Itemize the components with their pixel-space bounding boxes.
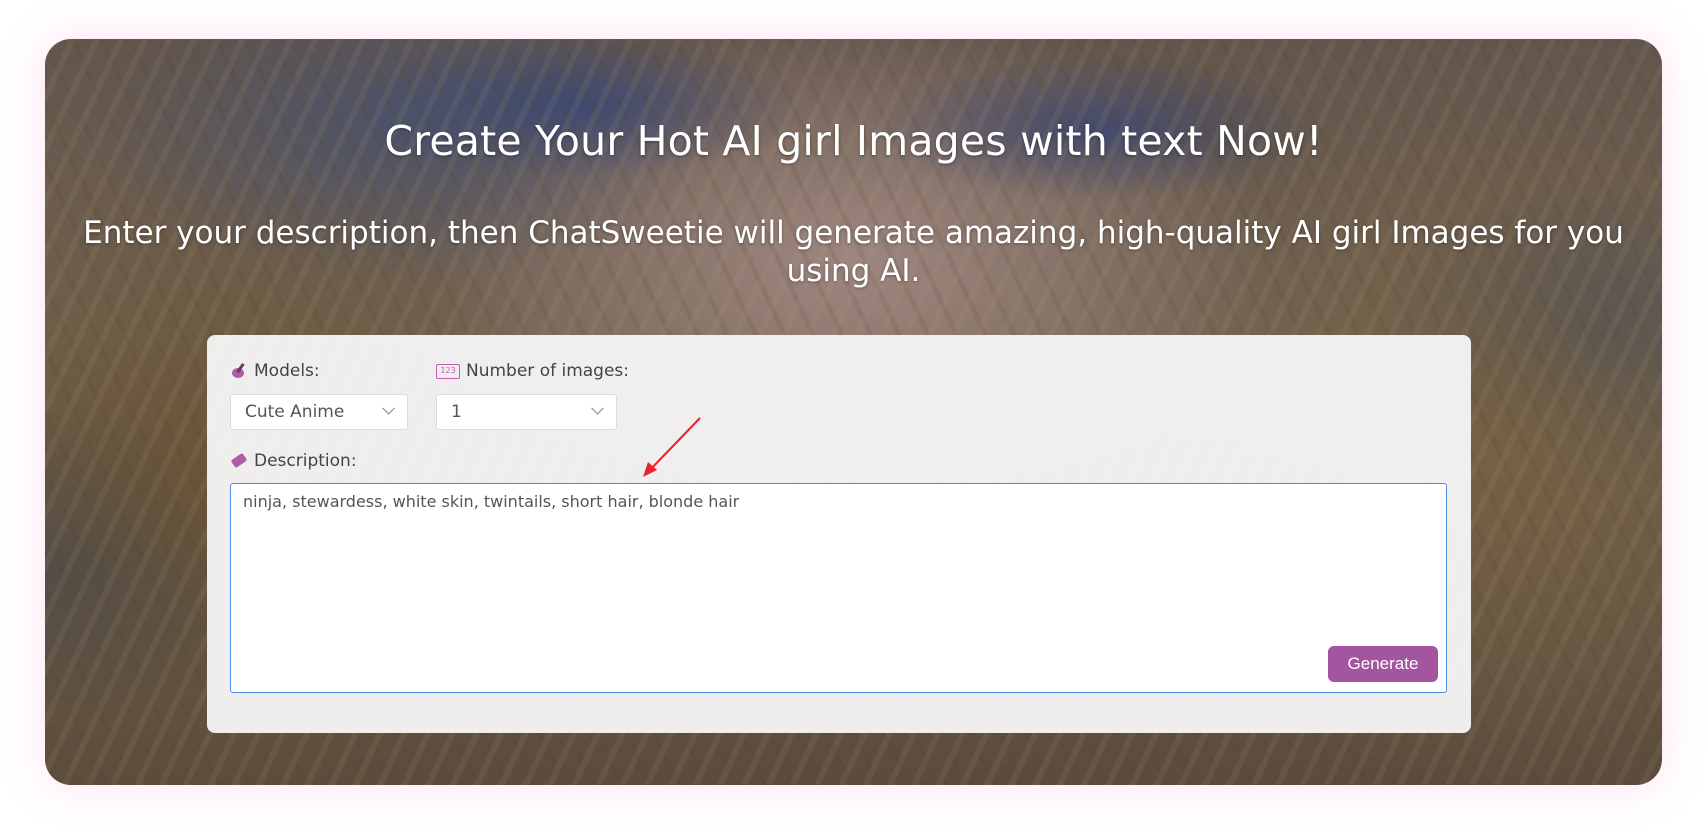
hero-section: Create Your Hot AI girl Images with text… — [45, 39, 1662, 785]
numbers-icon: 123 — [436, 363, 460, 379]
page-title: Create Your Hot AI girl Images with text… — [384, 117, 1323, 165]
number-of-images-label-text: Number of images: — [466, 361, 630, 381]
number-of-images-select[interactable]: 1 — [436, 394, 617, 430]
models-label-text: Models: — [254, 361, 320, 381]
models-select-value: Cute Anime — [245, 402, 345, 422]
eraser-icon — [230, 452, 248, 470]
description-input[interactable]: ninja, stewardess, white skin, twintails… — [230, 483, 1447, 693]
models-select[interactable]: Cute Anime — [230, 394, 408, 430]
brush-icon — [230, 362, 248, 380]
models-label: Models: — [230, 361, 320, 381]
description-label-text: Description: — [254, 451, 357, 471]
number-of-images-label: 123 Number of images: — [436, 361, 629, 381]
description-label: Description: — [230, 451, 357, 471]
chevron-down-icon — [382, 401, 395, 415]
page-subtitle: Enter your description, then ChatSweetie… — [83, 215, 1624, 289]
number-of-images-select-value: 1 — [451, 402, 462, 422]
page: Create Your Hot AI girl Images with text… — [0, 0, 1708, 837]
generate-button[interactable]: Generate — [1328, 646, 1438, 682]
chevron-down-icon — [591, 401, 604, 415]
generator-form: Models: 123 Number of images: Cute Anime… — [207, 335, 1471, 733]
